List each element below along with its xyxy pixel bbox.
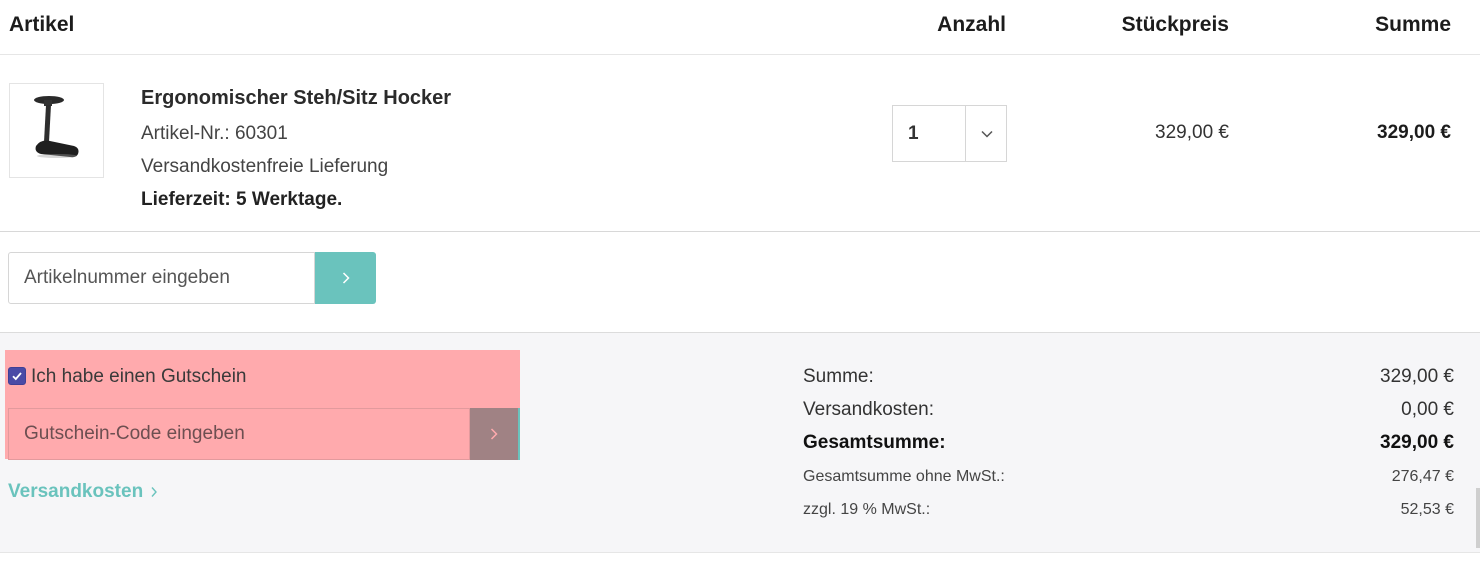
- subtotal-label: Summe:: [803, 366, 874, 387]
- chevron-right-icon: [151, 487, 158, 497]
- column-header-unit-price: Stückpreis: [1121, 13, 1229, 36]
- shipping-costs-link-label: Versandkosten: [8, 481, 144, 502]
- checkmark-icon: [12, 372, 22, 381]
- chevron-down-icon[interactable]: [965, 106, 1007, 161]
- add-article-form: [8, 252, 376, 304]
- totals-summary: Summe: 329,00 € Versandkosten: 0,00 € Ge…: [803, 366, 1454, 531]
- unit-price: 329,00 €: [1155, 122, 1229, 143]
- shipping-label: Versandkosten:: [803, 399, 934, 420]
- product-thumbnail[interactable]: [9, 83, 104, 178]
- quantity-select[interactable]: 1: [892, 105, 1007, 162]
- shipping-row: Versandkosten: 0,00 €: [803, 399, 1454, 432]
- vat-row: zzgl. 19 % MwSt.: 52,53 €: [803, 498, 1454, 531]
- cart-table-header: Artikel Anzahl Stückpreis Summe: [0, 0, 1480, 55]
- net-total-row: Gesamtsumme ohne MwSt.: 276,47 €: [803, 465, 1454, 498]
- grand-total-row: Gesamtsumme: 329,00 €: [803, 432, 1454, 465]
- chevron-right-icon: [342, 272, 350, 284]
- article-number-input[interactable]: [8, 252, 315, 304]
- column-header-quantity: Anzahl: [937, 13, 1006, 36]
- voucher-checkbox-label[interactable]: Ich habe einen Gutschein: [31, 366, 247, 388]
- quantity-value: 1: [908, 123, 919, 144]
- voucher-checkbox[interactable]: [8, 367, 26, 385]
- net-total-value: 276,47 €: [1391, 468, 1454, 485]
- column-header-sum: Summe: [1375, 13, 1451, 36]
- article-number: Artikel-Nr.: 60301: [141, 123, 288, 144]
- vat-label: zzgl. 19 % MwSt.:: [803, 501, 931, 518]
- product-name[interactable]: Ergonomischer Steh/Sitz Hocker: [141, 87, 451, 110]
- stool-image: [34, 96, 79, 158]
- shipping-costs-link[interactable]: Versandkosten: [8, 481, 158, 503]
- row-total: 329,00 €: [1377, 122, 1451, 143]
- add-article-button[interactable]: [315, 252, 376, 304]
- chevron-right-icon: [490, 428, 498, 440]
- shipping-value: 0,00 €: [1401, 399, 1454, 420]
- column-header-article: Artikel: [9, 13, 75, 36]
- cart-item-row: Ergonomischer Steh/Sitz Hocker Artikel-N…: [0, 55, 1480, 232]
- vat-value: 52,53 €: [1400, 501, 1454, 518]
- subtotal-row: Summe: 329,00 €: [803, 366, 1454, 399]
- delivery-time: Lieferzeit: 5 Werktage.: [141, 189, 343, 210]
- grand-total-label: Gesamtsumme:: [803, 432, 946, 453]
- voucher-submit-button[interactable]: [470, 408, 520, 460]
- subtotal-value: 329,00 €: [1380, 366, 1454, 387]
- scrollbar-edge[interactable]: [1476, 488, 1480, 548]
- net-total-label: Gesamtsumme ohne MwSt.:: [803, 468, 1005, 485]
- shipping-note: Versandkostenfreie Lieferung: [141, 156, 389, 177]
- cart-footer: Ich habe einen Gutschein Versandkosten S…: [0, 332, 1480, 553]
- grand-total-value: 329,00 €: [1380, 432, 1454, 453]
- voucher-code-input[interactable]: [8, 408, 470, 460]
